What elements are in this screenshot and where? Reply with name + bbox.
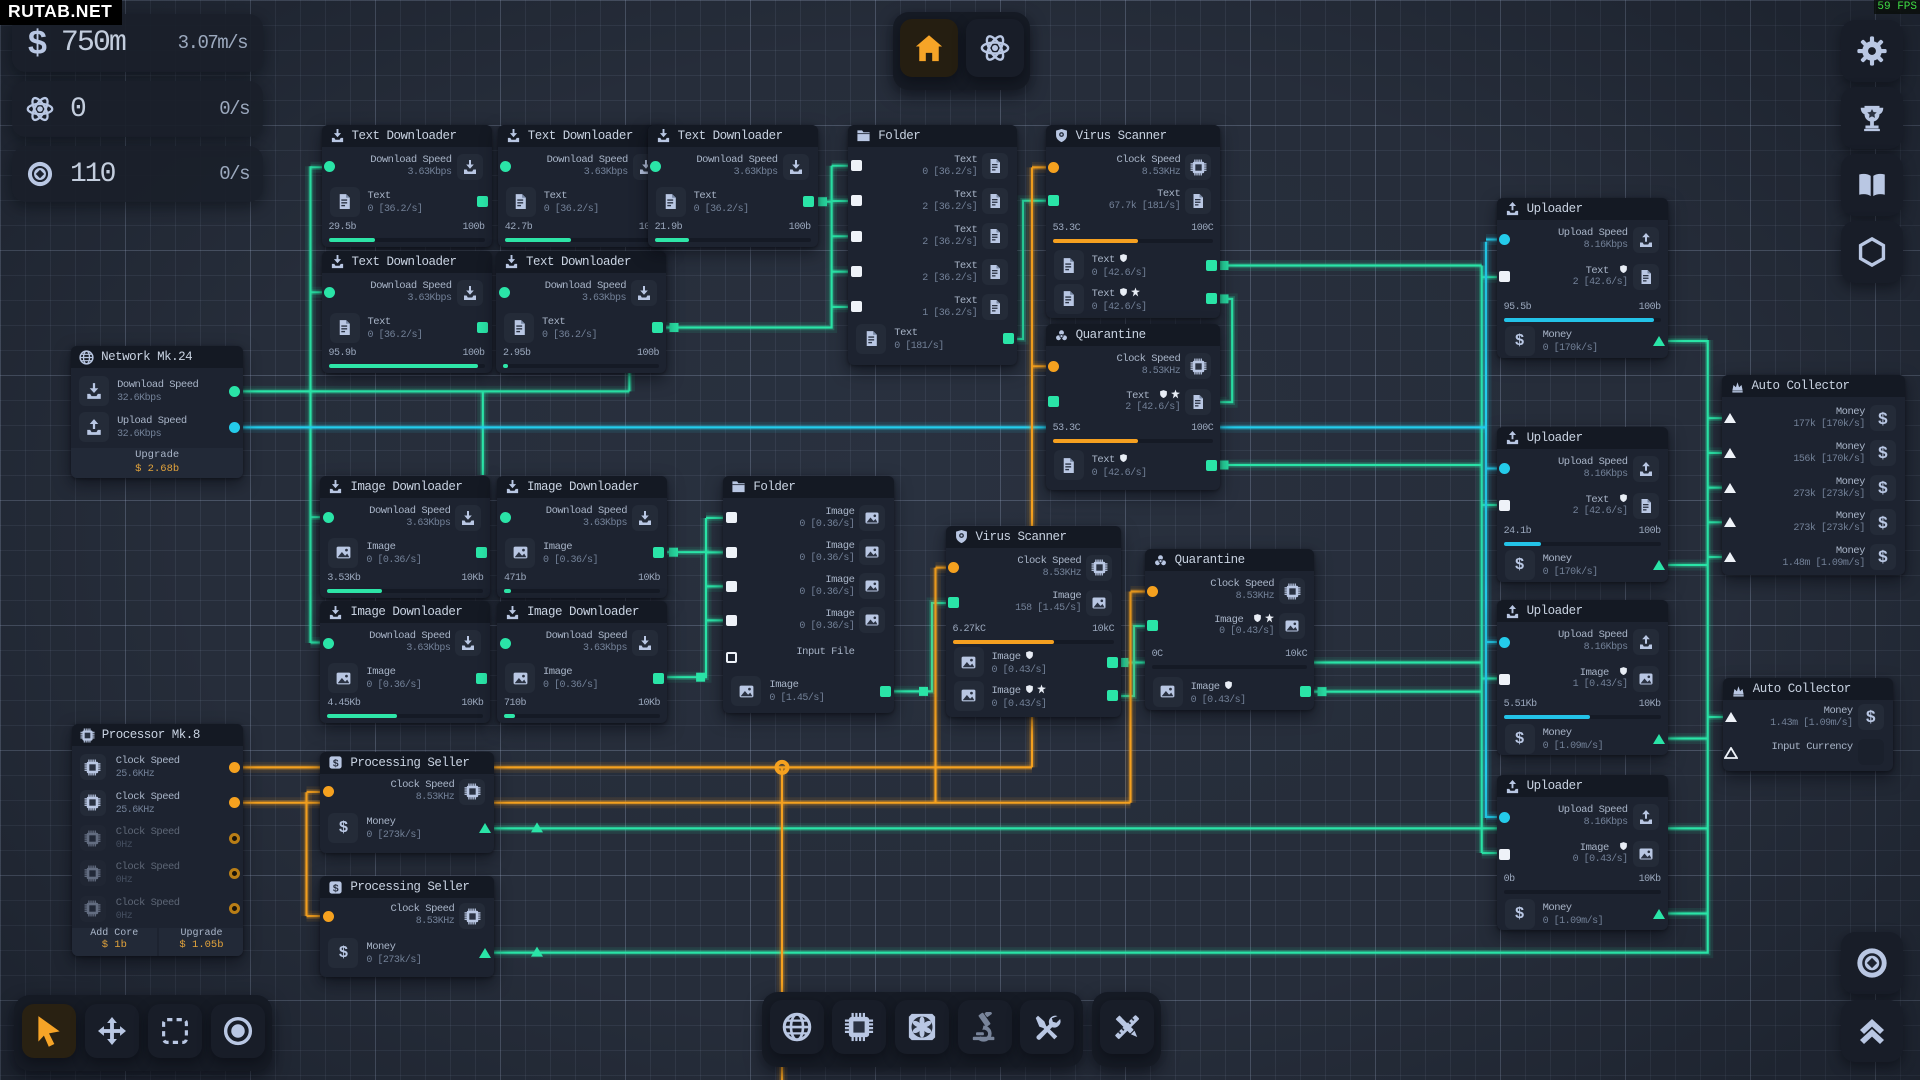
svg-text:$: $: [333, 759, 339, 770]
svg-text:$: $: [333, 883, 339, 894]
